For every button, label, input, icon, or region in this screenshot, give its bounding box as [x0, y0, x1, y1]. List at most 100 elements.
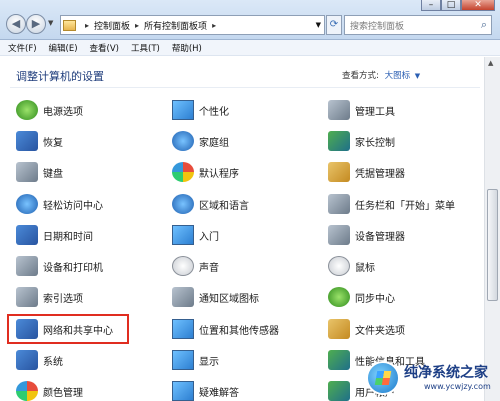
item-sync-center[interactable]: 同步中心 [328, 286, 478, 308]
parental-controls-icon [328, 131, 350, 151]
notification-icons-icon [172, 287, 194, 307]
credential-manager-icon [328, 162, 350, 182]
menu-bar: 文件(F) 编辑(E) 查看(V) 工具(T) 帮助(H) [0, 40, 500, 56]
item-label: 设备管理器 [355, 231, 405, 243]
item-label: 同步中心 [355, 293, 395, 305]
troubleshooting-icon [172, 381, 194, 401]
breadcrumb-control-panel[interactable]: 控制面板 [94, 19, 130, 32]
refresh-button[interactable]: ⟳ [326, 15, 342, 35]
item-system[interactable]: 系统 [16, 349, 166, 371]
ease-of-access-icon [16, 194, 38, 214]
homegroup-icon [172, 131, 194, 151]
item-label: 网络和共享中心 [43, 325, 113, 337]
item-homegroup[interactable]: 家庭组 [172, 130, 322, 152]
search-placeholder: 搜索控制面板 [350, 22, 405, 32]
item-credential-manager[interactable]: 凭据管理器 [328, 161, 478, 183]
item-folder-options[interactable]: 文件夹选项 [328, 318, 478, 340]
item-indexing-options[interactable]: 索引选项 [16, 286, 166, 308]
menu-help[interactable]: 帮助(H) [172, 42, 202, 54]
item-date-time[interactable]: 日期和时间 [16, 224, 166, 246]
mouse-icon [328, 256, 350, 276]
device-manager-icon [328, 225, 350, 245]
recent-pages-dropdown[interactable]: ▼ [48, 19, 53, 27]
forward-button[interactable]: ▶ [26, 14, 46, 34]
item-power-options[interactable]: 电源选项 [16, 99, 166, 121]
item-ease-of-access[interactable]: 轻松访问中心 [16, 193, 166, 215]
sound-icon [172, 256, 194, 276]
item-taskbar-start[interactable]: 任务栏和「开始」菜单 [328, 193, 478, 215]
item-region-language[interactable]: 区域和语言 [172, 193, 322, 215]
taskbar-start-icon [328, 194, 350, 214]
watermark-title: 纯净系统之家 [404, 365, 488, 381]
search-input[interactable]: 搜索控制面板 ⌕ [344, 15, 492, 35]
chevron-down-icon[interactable]: ▼ [415, 72, 420, 80]
watermark-logo-icon [366, 361, 400, 395]
item-label: 位置和其他传感器 [199, 325, 279, 337]
date-time-icon [16, 225, 38, 245]
user-accounts-icon [328, 381, 350, 401]
power-options-icon [16, 100, 38, 120]
item-label: 轻松访问中心 [43, 200, 103, 212]
item-label: 电源选项 [43, 106, 83, 118]
page-title: 调整计算机的设置 [16, 70, 104, 83]
item-label: 凭据管理器 [355, 168, 405, 180]
item-label: 系统 [43, 356, 63, 368]
item-notification-icons[interactable]: 通知区域图标 [172, 286, 322, 308]
scroll-up-icon[interactable]: ▲ [488, 59, 493, 67]
menu-edit[interactable]: 编辑(E) [49, 42, 78, 54]
item-label: 疑难解答 [199, 387, 239, 399]
item-recovery[interactable]: 恢复 [16, 130, 166, 152]
control-panel-icon [63, 19, 76, 31]
view-by-label: 查看方式: [342, 71, 379, 81]
system-icon [16, 350, 38, 370]
chevron-right-icon: ▸ [212, 20, 217, 30]
item-label: 显示 [199, 356, 219, 368]
item-mouse[interactable]: 鼠标 [328, 255, 478, 277]
sync-center-icon [328, 287, 350, 307]
search-icon[interactable]: ⌕ [481, 18, 487, 32]
menu-tools[interactable]: 工具(T) [131, 42, 160, 54]
address-bar[interactable]: ▸ 控制面板 ▸ 所有控制面板项 ▸ ▼ [60, 15, 325, 35]
back-button[interactable]: ◀ [6, 14, 26, 34]
item-label: 个性化 [199, 106, 229, 118]
item-device-manager[interactable]: 设备管理器 [328, 224, 478, 246]
vertical-scrollbar[interactable]: ▲ [484, 57, 500, 401]
menu-file[interactable]: 文件(F) [8, 42, 37, 54]
devices-printers-icon [16, 256, 38, 276]
default-programs-icon [172, 162, 194, 182]
maximize-button[interactable]: □ [441, 0, 461, 11]
menu-view[interactable]: 查看(V) [90, 42, 119, 54]
item-getting-started[interactable]: 入门 [172, 224, 322, 246]
indexing-options-icon [16, 287, 38, 307]
item-default-programs[interactable]: 默认程序 [172, 161, 322, 183]
item-location-sensors[interactable]: 位置和其他传感器 [172, 318, 322, 340]
item-keyboard[interactable]: 键盘 [16, 161, 166, 183]
close-button[interactable]: ✕ [461, 0, 495, 11]
breadcrumb-all-items[interactable]: 所有控制面板项 [144, 19, 207, 32]
item-parental-controls[interactable]: 家长控制 [328, 130, 478, 152]
chevron-down-icon[interactable]: ▼ [316, 21, 321, 29]
item-label: 文件夹选项 [355, 325, 405, 337]
item-label: 管理工具 [355, 106, 395, 118]
minimize-button[interactable]: – [421, 0, 441, 11]
item-troubleshooting[interactable]: 疑难解答 [172, 380, 322, 401]
divider [10, 87, 480, 88]
color-management-icon [16, 381, 38, 401]
chevron-right-icon: ▸ [135, 20, 140, 30]
item-devices-printers[interactable]: 设备和打印机 [16, 255, 166, 277]
item-color-management[interactable]: 颜色管理 [16, 380, 166, 401]
item-label: 日期和时间 [43, 231, 93, 243]
scroll-thumb[interactable] [487, 189, 498, 301]
item-admin-tools[interactable]: 管理工具 [328, 99, 478, 121]
view-by-dropdown[interactable]: 大图标 [385, 71, 411, 81]
watermark-url: www.ycwjzy.com [424, 382, 491, 391]
admin-tools-icon [328, 100, 350, 120]
item-label: 家长控制 [355, 137, 395, 149]
item-sound[interactable]: 声音 [172, 255, 322, 277]
item-personalization[interactable]: 个性化 [172, 99, 322, 121]
item-display[interactable]: 显示 [172, 349, 322, 371]
title-bar: ◀ ▶ ▼ ▸ 控制面板 ▸ 所有控制面板项 ▸ ▼ ⟳ 搜索控制面板 ⌕ – … [0, 0, 500, 40]
item-label: 鼠标 [355, 262, 375, 274]
item-label: 设备和打印机 [43, 262, 103, 274]
item-network-sharing[interactable]: 网络和共享中心 [7, 314, 129, 344]
